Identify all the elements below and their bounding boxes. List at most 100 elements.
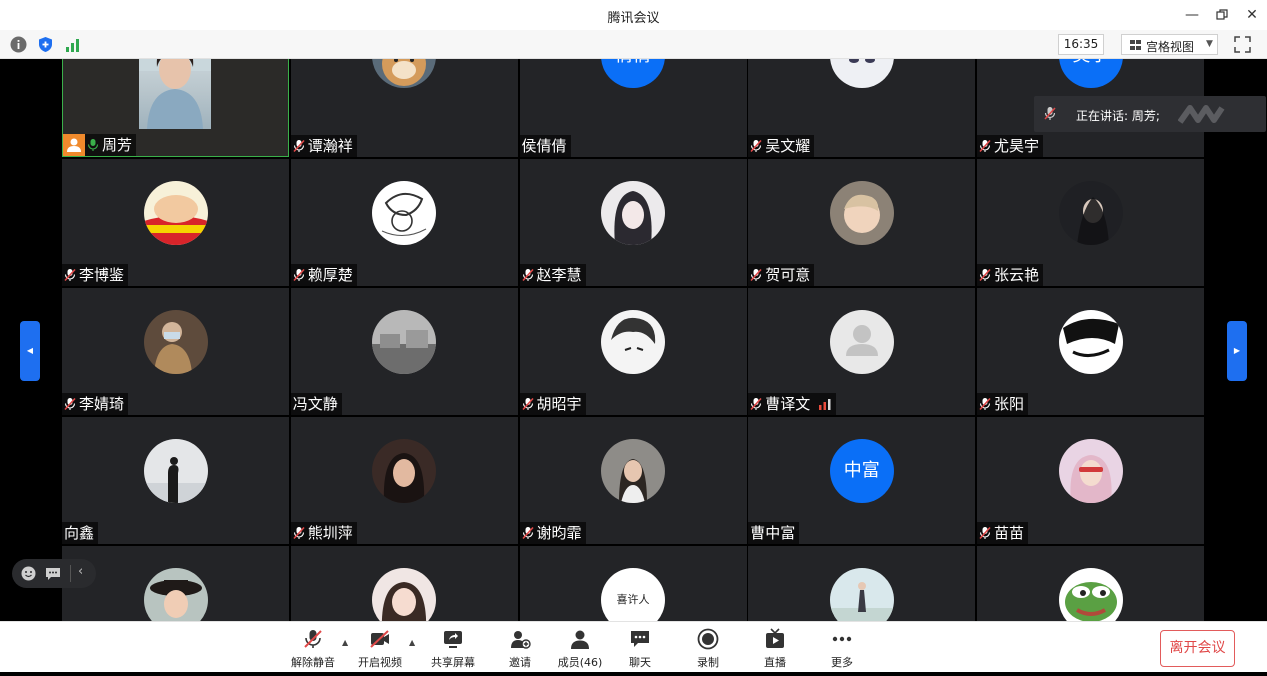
participant-tile[interactable]: 吴文耀 [748,59,976,157]
participant-name-tag: 侯倩倩 [519,135,571,157]
avatar-image [143,310,208,374]
members-icon [571,630,589,649]
participant-name: 李博鉴 [79,266,125,284]
next-page-arrow[interactable]: ▶ [1227,321,1247,381]
chat-button[interactable]: 聊天 [610,628,670,670]
members-button[interactable]: 成员(46) [550,628,610,670]
signal-icon[interactable] [65,36,82,53]
fullscreen-icon[interactable] [1234,36,1251,53]
participant-name: 侯倩倩 [521,137,567,155]
woman-outdoor-avatar [601,439,665,503]
record-label: 录制 [697,656,719,669]
participant-tile[interactable] [977,546,1204,621]
avatar-image [1058,181,1123,245]
view-mode-dropdown[interactable]: 宫格视图 ▼ [1121,34,1218,55]
mic-muted-icon [1044,107,1056,120]
meeting-control-bar: 解除静音 ▲ 开启视频 ▲ 共享屏幕 邀请 成员(46) 聊天 录制 直播 更多… [0,621,1267,676]
mic-muted-icon [750,139,762,153]
invite-button[interactable]: 邀请 [490,628,550,670]
participant-tile[interactable]: 曹译文 [748,288,976,415]
participant-tile[interactable] [290,546,518,621]
collapse-chevron-icon[interactable]: ‹ [78,564,83,579]
participant-tile[interactable]: 张云艳 [977,159,1204,286]
participant-tile[interactable]: 张阳 [977,288,1204,415]
participant-tile[interactable] [62,546,289,621]
previous-page-arrow[interactable]: ◀ [20,321,40,381]
window-title: 腾讯会议 [607,11,660,26]
participant-name-tag: 谭瀚祥 [290,135,357,157]
participant-tile[interactable]: 胡昭宇 [519,288,747,415]
participant-tile[interactable]: 倩倩侯倩倩 [519,59,747,157]
text-avatar: 昊宇 [1058,59,1123,88]
grey-scene-avatar [372,310,437,374]
participant-tile[interactable]: 赖厚楚 [290,159,518,286]
participant-tile[interactable]: 贺可意 [748,159,976,286]
mic-muted-icon [750,397,762,411]
baby-photo-avatar [829,181,894,245]
participant-tile[interactable]: 熊圳萍 [290,417,518,544]
participant-name-tag: 赖厚楚 [290,264,357,286]
chat-bubble-icon[interactable] [45,567,61,581]
crayon-shin-avatar [143,181,208,245]
mic-muted-icon [521,526,534,540]
leave-meeting-button[interactable]: 离开会议 [1160,630,1235,667]
participant-name: 苗苗 [994,524,1025,542]
participant-tile[interactable]: 赵李慧 [519,159,747,286]
participant-name: 张阳 [994,395,1025,413]
handwriting-avatar: 喜许人 [601,568,665,621]
participant-tile[interactable]: 苗苗 [977,417,1204,544]
participant-name-tag: 张云艳 [977,264,1044,286]
bottom-edge [0,672,1267,676]
participant-name: 谢昀霏 [536,524,582,542]
record-button[interactable]: 录制 [678,628,738,670]
participant-tile[interactable]: 谭瀚祥 [290,59,518,157]
participant-name-tag: 赵李慧 [519,264,586,286]
bw-manga-avatar [1058,310,1123,374]
avatar-image [1058,439,1123,503]
live-button[interactable]: 直播 [745,628,805,670]
video-grid-area: 周芳谭瀚祥倩倩侯倩倩吴文耀昊宇尤昊宇李博鉴赖厚楚赵李慧贺可意张云艳李婧琦冯文静胡… [0,59,1267,621]
audio-options-caret-icon[interactable]: ▲ [342,638,348,647]
dancer-avatar [829,568,894,621]
restore-button[interactable] [1212,5,1232,25]
participant-name: 谭瀚祥 [307,137,353,155]
info-icon[interactable] [10,36,27,53]
participant-tile[interactable]: 向鑫 [62,417,289,544]
participant-tile[interactable]: 李博鉴 [62,159,289,286]
close-button[interactable]: ✕ [1242,5,1262,25]
avatar-image [372,310,437,374]
bw-anime-avatar [601,310,665,374]
unmute-button[interactable]: 解除静音 [283,628,343,670]
emoji-icon[interactable] [21,566,36,581]
participant-name-tag: 吴文耀 [748,135,815,157]
avatar-image [372,59,437,88]
share-screen-label: 共享屏幕 [431,656,475,669]
speaking-indicator: 正在讲话: 周芳; [1034,96,1266,132]
start-video-button[interactable]: 开启视频 [350,628,410,670]
participant-tile[interactable]: 李婧琦 [62,288,289,415]
camera-off-icon [370,630,389,648]
anime-face-avatar [829,59,894,88]
participant-tile[interactable]: 冯文静 [290,288,518,415]
more-button[interactable]: 更多 [812,628,872,670]
shield-icon[interactable] [37,36,54,53]
more-dots-icon [832,636,852,642]
restore-icon [1216,9,1228,20]
participant-tile[interactable]: 周芳 [62,59,289,157]
hat-woman-avatar [143,568,208,621]
video-options-caret-icon[interactable]: ▲ [409,638,415,647]
participant-tile[interactable]: 中富 曹中富 [748,417,976,544]
avatar-image [1058,568,1123,621]
participant-name-tag: 胡昭宇 [519,393,586,415]
share-screen-icon [444,631,462,648]
participant-tile[interactable]: 喜许人 [519,546,747,621]
participant-tile[interactable] [748,546,976,621]
participant-tile[interactable]: 谢昀霏 [519,417,747,544]
participant-name-tag: 周芳 [63,134,137,156]
avatar-image [829,59,894,88]
avatar-image [601,181,665,245]
share-screen-button[interactable]: 共享屏幕 [423,628,483,670]
minimize-button[interactable]: — [1182,5,1202,25]
mic-muted-icon [521,397,534,411]
participant-name: 胡昭宇 [536,395,582,413]
